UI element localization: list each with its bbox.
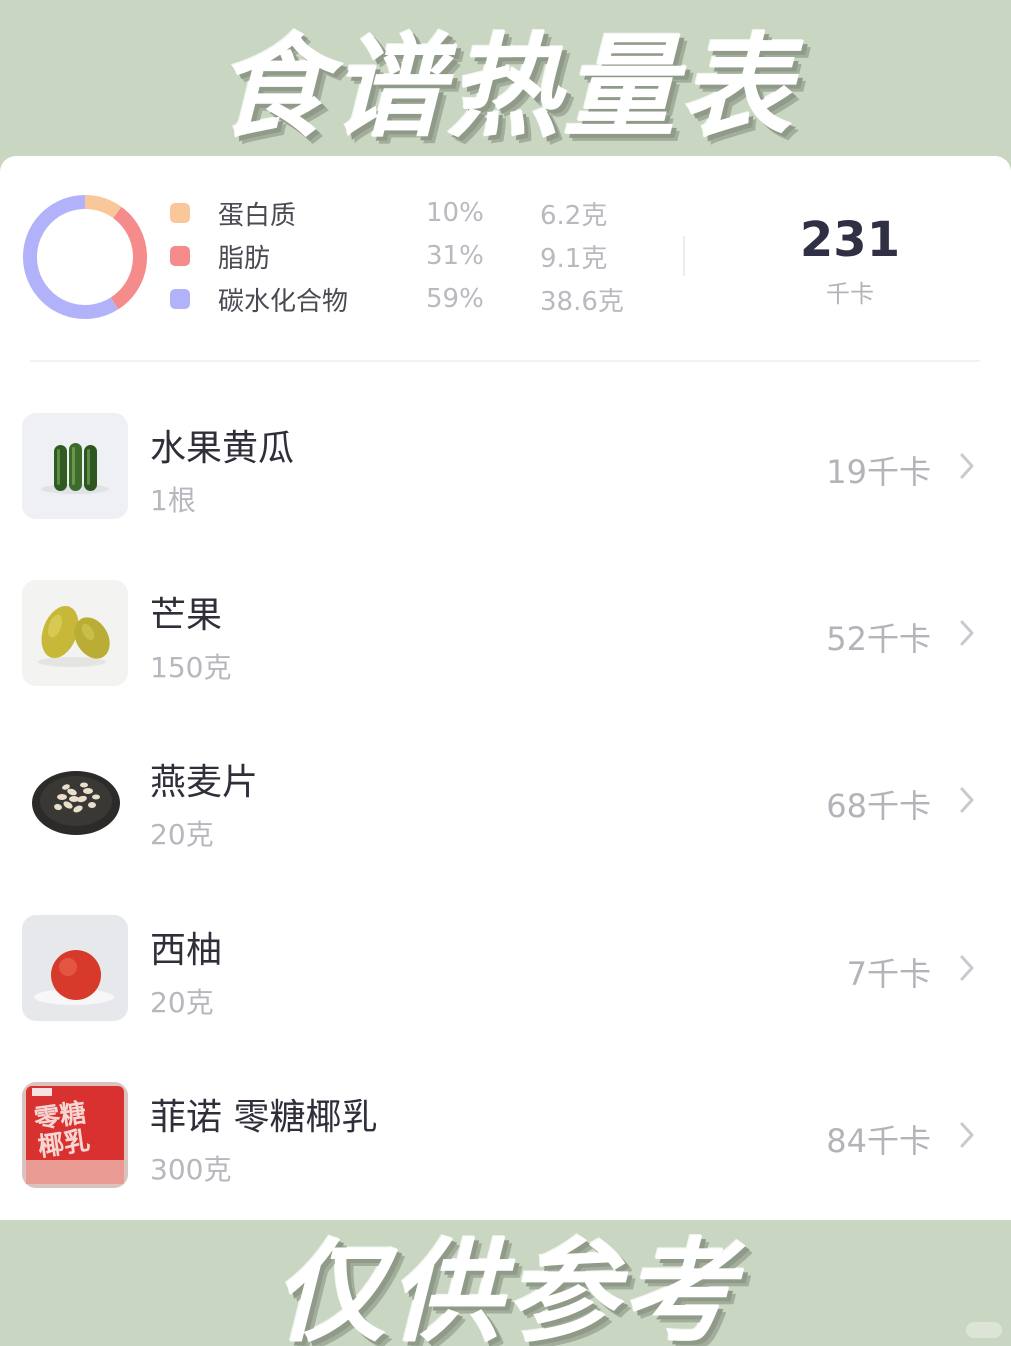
coconut-milk-box-icon: 零糖椰乳 — [22, 1082, 128, 1188]
food-quantity: 20克 — [150, 986, 214, 1019]
food-calories: 68千卡 — [826, 787, 931, 825]
macro-amount: 38.6克 — [540, 286, 624, 317]
chevron-right-icon — [960, 620, 974, 646]
donut-slice-蛋白质 — [84, 195, 122, 219]
carbs-legend-swatch — [170, 289, 190, 309]
fat-legend-swatch — [170, 246, 190, 266]
protein-legend-swatch — [170, 203, 190, 223]
macro-percent: 59% — [426, 284, 484, 314]
total-calories: 231 — [799, 212, 901, 268]
food-item-coconut-milk[interactable]: 零糖椰乳 菲诺 零糖椰乳 300克 84千卡 — [0, 1082, 1011, 1192]
food-name: 菲诺 零糖椰乳 — [150, 1097, 378, 1138]
macro-amount: 6.2克 — [540, 200, 608, 231]
mango-icon — [22, 580, 128, 686]
food-calories: 52千卡 — [826, 620, 931, 658]
grapefruit-icon — [22, 915, 128, 1021]
food-quantity: 20克 — [150, 818, 214, 851]
food-item-oatmeal[interactable]: 燕麦片 20克 68千卡 — [0, 747, 1011, 857]
food-item-mango[interactable]: 芒果 150克 52千卡 — [0, 580, 1011, 690]
summary-separator — [30, 360, 980, 362]
food-quantity: 300克 — [150, 1153, 232, 1186]
food-name: 西柚 — [150, 930, 223, 971]
total-calories-unit: 千卡 — [826, 280, 874, 308]
macro-name: 碳水化合物 — [218, 286, 349, 317]
food-quantity: 1根 — [150, 484, 196, 517]
donut-slice-碳水化合物 — [23, 195, 119, 319]
cucumber-icon — [22, 413, 128, 519]
macro-percent: 31% — [426, 241, 484, 271]
macro-row-carbs: 碳水化合物 59% 38.6克 — [170, 284, 670, 317]
chevron-right-icon — [960, 1122, 974, 1148]
food-quantity: 150克 — [150, 651, 232, 684]
oatmeal-icon — [22, 747, 128, 853]
food-calories: 84千卡 — [826, 1122, 931, 1160]
chevron-right-icon — [960, 787, 974, 813]
food-calories: 7千卡 — [846, 955, 931, 993]
disclaimer-banner: 仅供参考 — [0, 1220, 1011, 1346]
food-calories: 19千卡 — [826, 453, 931, 491]
recipe-card: 蛋白质 10% 6.2克 脂肪 31% 9.1克 碳水化合物 59% 38.6克… — [0, 156, 1011, 1220]
disclaimer-text: 仅供参考 — [273, 1228, 738, 1346]
page-title: 食谱热量表 — [215, 23, 796, 153]
food-item-cucumber[interactable]: 水果黄瓜 1根 19千卡 — [0, 413, 1011, 523]
food-item-grapefruit[interactable]: 西柚 20克 7千卡 — [0, 915, 1011, 1025]
package-text: 零糖椰乳 — [32, 1098, 92, 1163]
donut-slice-脂肪 — [110, 206, 147, 310]
chevron-right-icon — [960, 955, 974, 981]
macro-donut-chart — [23, 195, 147, 319]
macro-name: 脂肪 — [218, 243, 271, 274]
macro-name: 蛋白质 — [218, 200, 297, 231]
macro-percent: 10% — [426, 198, 484, 228]
food-name: 燕麦片 — [150, 762, 259, 803]
watermark-badge — [966, 1322, 1002, 1338]
macro-amount: 9.1克 — [540, 243, 608, 274]
title-banner: 食谱热量表 — [0, 0, 1011, 156]
food-name: 水果黄瓜 — [150, 428, 295, 469]
nutrition-summary: 蛋白质 10% 6.2克 脂肪 31% 9.1克 碳水化合物 59% 38.6克… — [0, 156, 1011, 362]
chevron-right-icon — [960, 453, 974, 479]
summary-divider — [683, 236, 685, 276]
macro-row-protein: 蛋白质 10% 6.2克 — [170, 198, 670, 231]
macro-row-fat: 脂肪 31% 9.1克 — [170, 241, 670, 274]
food-name: 芒果 — [150, 595, 223, 636]
